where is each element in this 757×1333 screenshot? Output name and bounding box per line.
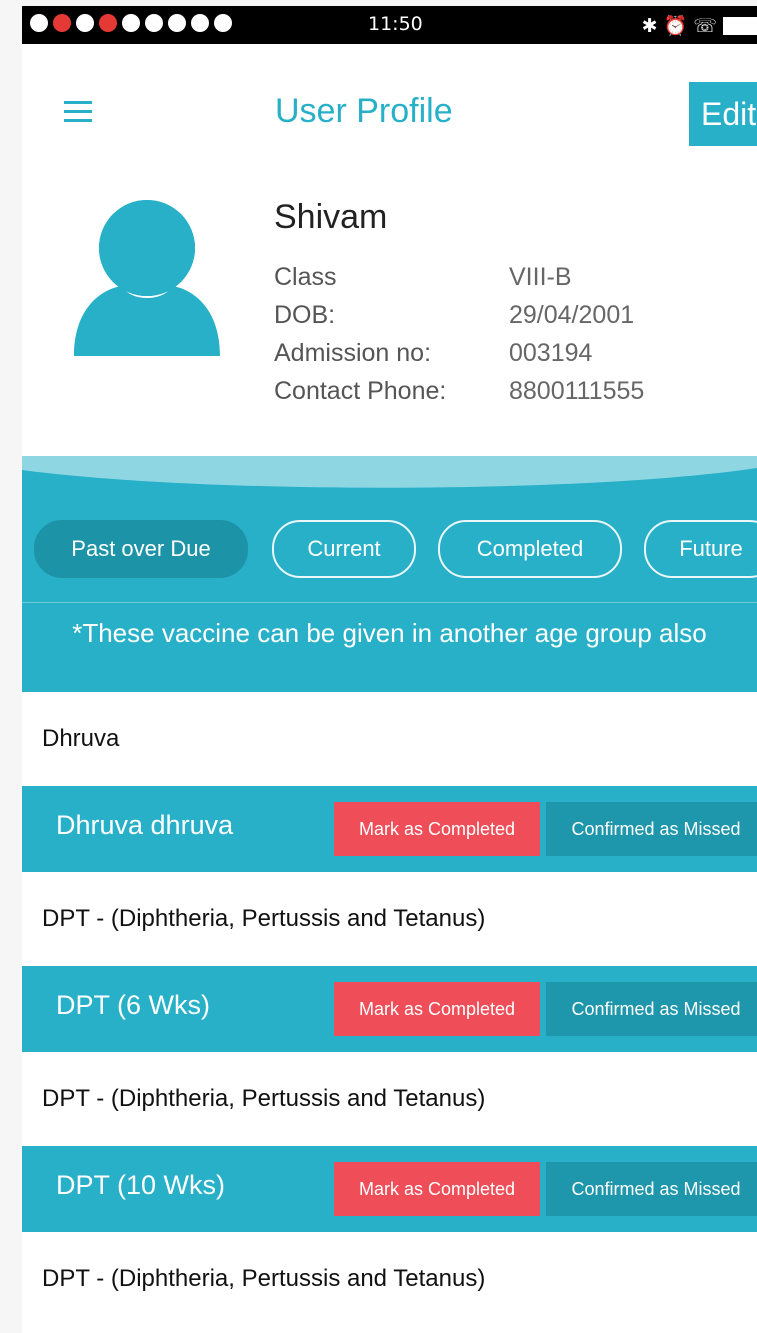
tab-future[interactable]: Future bbox=[644, 520, 757, 578]
chrome-icon bbox=[122, 14, 140, 32]
signal-icon bbox=[76, 14, 94, 32]
vaccine-name: DPT (6 Wks) bbox=[56, 990, 210, 1020]
vaccine-row: DPT (10 Wks) Mark as Completed Confirmed… bbox=[22, 1146, 757, 1232]
group-label: DPT - (Diphtheria, Pertussis and Tetanus… bbox=[22, 872, 757, 966]
whatsapp-icon bbox=[214, 14, 232, 32]
info-row-admission: Admission no: 003194 bbox=[274, 334, 644, 372]
group-label: DPT - (Diphtheria, Pertussis and Tetanus… bbox=[22, 1232, 757, 1326]
mail-icon bbox=[168, 14, 186, 32]
info-value: 29/04/2001 bbox=[509, 301, 635, 329]
vaccine-name: DPT (10 Wks) bbox=[56, 1170, 226, 1200]
vaccine-list: Dhruva Dhruva dhruva Mark as Completed C… bbox=[22, 692, 757, 1326]
status-time: 11:50 bbox=[368, 13, 423, 35]
record-icon bbox=[191, 14, 209, 32]
vaccine-note: *These vaccine can be given in another a… bbox=[72, 618, 707, 648]
info-label: Admission no: bbox=[274, 339, 432, 367]
opera-icon bbox=[99, 14, 117, 32]
notification-icons bbox=[30, 14, 232, 32]
info-label: Class bbox=[274, 263, 337, 291]
profile-info: Class VIII-B DOB: 29/04/2001 Admission n… bbox=[274, 258, 644, 410]
info-label: DOB: bbox=[274, 301, 336, 329]
confirmed-missed-button[interactable]: Confirmed as Missed bbox=[546, 1162, 757, 1216]
edit-button[interactable]: Edit bbox=[689, 82, 757, 146]
vaccine-name: Dhruva dhruva bbox=[56, 810, 234, 840]
page-title: User Profile bbox=[275, 92, 453, 130]
vaccine-row: Dhruva dhruva Mark as Completed Confirme… bbox=[22, 786, 757, 872]
mark-completed-button[interactable]: Mark as Completed bbox=[334, 802, 540, 856]
schedule-panel: Past over Due Current Completed Future *… bbox=[22, 456, 757, 692]
menu-icon[interactable] bbox=[64, 101, 92, 123]
app-header: User Profile Edit bbox=[22, 44, 757, 164]
tab-current[interactable]: Current bbox=[272, 520, 416, 578]
group-label: DPT - (Diphtheria, Pertussis and Tetanus… bbox=[22, 1052, 757, 1146]
info-value: VIII-B bbox=[509, 263, 572, 291]
divider bbox=[22, 602, 757, 603]
info-value: 8800111555 bbox=[509, 377, 645, 405]
info-row-class: Class VIII-B bbox=[274, 258, 644, 296]
info-label: Contact Phone: bbox=[274, 377, 447, 405]
confirmed-missed-button[interactable]: Confirmed as Missed bbox=[546, 802, 757, 856]
avatar-icon bbox=[74, 200, 220, 356]
vaccine-row: DPT (6 Wks) Mark as Completed Confirmed … bbox=[22, 966, 757, 1052]
app-icon bbox=[145, 14, 163, 32]
group-label: Dhruva bbox=[22, 692, 757, 786]
status-bar: 11:50 ✱ ⏰ ☏ bbox=[22, 6, 757, 44]
signal-icon bbox=[30, 14, 48, 32]
jio-icon bbox=[53, 14, 71, 32]
mark-completed-button[interactable]: Mark as Completed bbox=[334, 982, 540, 1036]
mark-completed-button[interactable]: Mark as Completed bbox=[334, 1162, 540, 1216]
info-value: 003194 bbox=[509, 339, 593, 367]
call-icon: ☏ bbox=[693, 14, 717, 37]
tab-completed[interactable]: Completed bbox=[438, 520, 622, 578]
profile-name: Shivam bbox=[274, 198, 388, 236]
tab-past-over-due[interactable]: Past over Due bbox=[34, 520, 248, 578]
info-row-phone: Contact Phone: 8800111555 bbox=[274, 372, 644, 410]
bluetooth-icon: ✱ bbox=[641, 14, 658, 37]
confirmed-missed-button[interactable]: Confirmed as Missed bbox=[546, 982, 757, 1036]
info-row-dob: DOB: 29/04/2001 bbox=[274, 296, 644, 334]
system-icons: ✱ ⏰ ☏ bbox=[642, 14, 757, 37]
wave-decoration bbox=[22, 456, 757, 488]
battery-icon bbox=[723, 16, 757, 35]
alarm-icon: ⏰ bbox=[663, 15, 688, 37]
app-screen: 11:50 ✱ ⏰ ☏ User Profile Edit Shivam Cla… bbox=[22, 6, 757, 1333]
tab-bar: Past over Due Current Completed Future bbox=[22, 520, 757, 578]
